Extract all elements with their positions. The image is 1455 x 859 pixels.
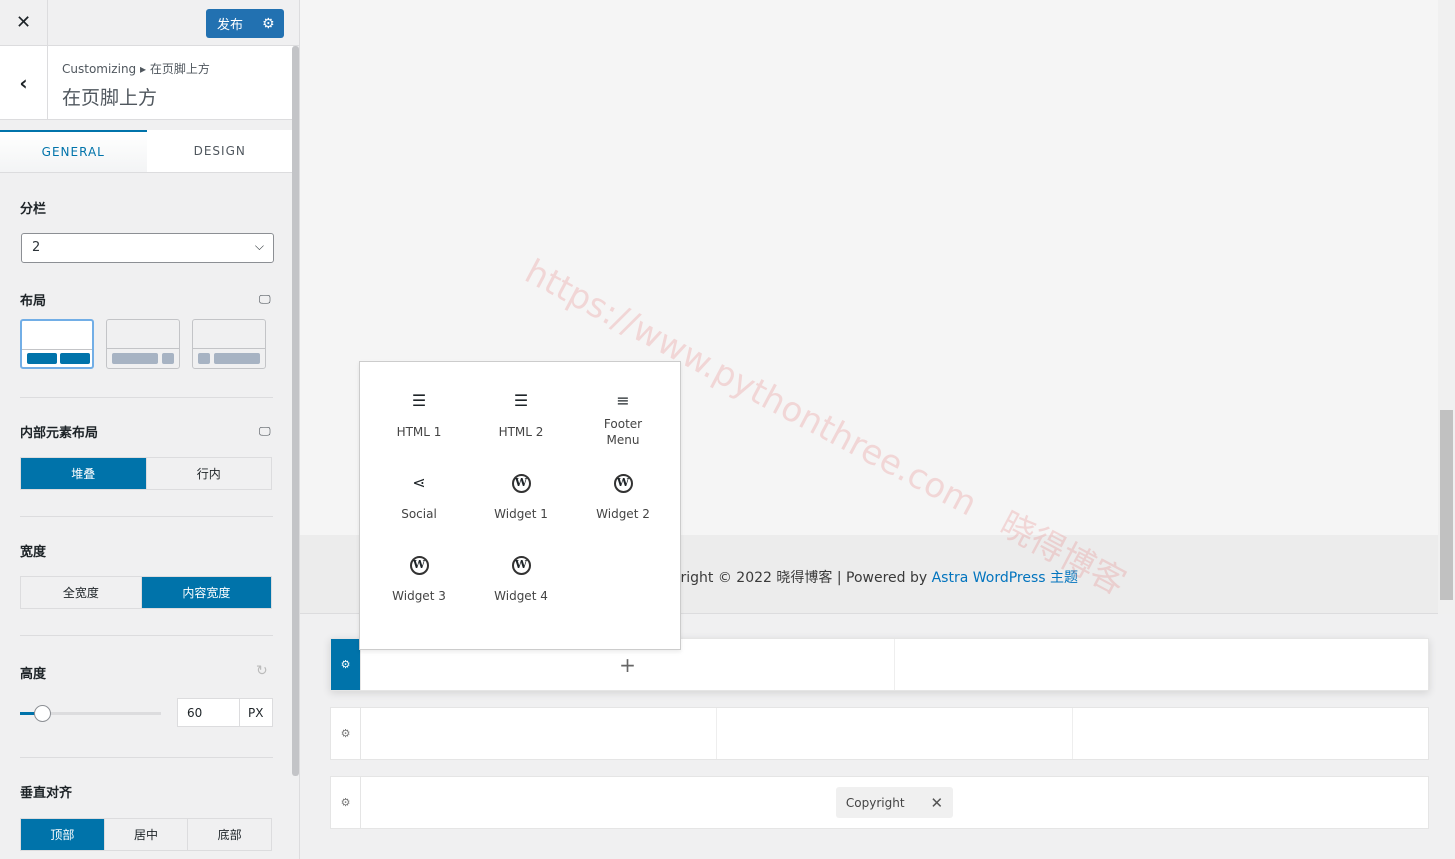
- builder-column[interactable]: [1073, 708, 1428, 759]
- item-label: HTML 1: [396, 425, 442, 439]
- chevron-down-icon: ⌵: [254, 239, 264, 253]
- item-social[interactable]: ⋖ Social: [368, 468, 470, 550]
- text-align-icon: ☰: [513, 391, 529, 410]
- layout-option-equal[interactable]: [20, 319, 94, 369]
- gear-icon[interactable]: ⚙: [331, 708, 361, 759]
- chip-label: Copyright: [845, 795, 905, 810]
- menu-icon: ≡: [616, 391, 630, 410]
- wordpress-icon: W: [613, 468, 633, 498]
- item-widget-1[interactable]: W Widget 1: [470, 468, 572, 550]
- section-header: ‹ Customizing ▸ 在页脚上方 在页脚上方: [0, 46, 293, 120]
- copyright-text: Copyright © 2022 晓得博客 | Powered by: [645, 570, 932, 586]
- publish-button[interactable]: 发布 ⚙: [206, 9, 284, 38]
- vertical-align-label: 垂直对齐: [20, 786, 73, 801]
- theme-link[interactable]: Astra WordPress 主题: [932, 570, 1078, 586]
- reset-icon[interactable]: ↻: [256, 663, 268, 679]
- layout-option-right-wide[interactable]: [192, 319, 266, 369]
- item-label: Widget 1: [494, 507, 548, 521]
- builder-column[interactable]: [717, 708, 1073, 759]
- plus-icon[interactable]: +: [619, 653, 636, 677]
- item-label: Widget 4: [494, 589, 548, 603]
- gear-icon[interactable]: ⚙: [331, 777, 361, 828]
- layout-label: 布局: [20, 294, 47, 309]
- layout-option-left-wide[interactable]: [106, 319, 180, 369]
- footer-copyright: Copyright © 2022 晓得博客 | Powered by Astra…: [645, 567, 1078, 587]
- inner-layout-label: 内部元素布局: [20, 426, 99, 441]
- builder-column[interactable]: Copyright ✕: [361, 777, 1428, 828]
- back-chevron-icon[interactable]: ‹: [0, 46, 48, 119]
- sidebar-scrollbar[interactable]: [292, 46, 299, 776]
- close-icon[interactable]: ✕: [931, 794, 944, 812]
- slider-handle[interactable]: [34, 705, 51, 722]
- height-value[interactable]: 60: [178, 699, 240, 726]
- option-content-width[interactable]: 内容宽度: [141, 577, 271, 608]
- item-label: Widget 3: [392, 589, 446, 603]
- columns-label: 分栏: [20, 202, 47, 217]
- item-label: Social: [401, 507, 437, 521]
- publish-label[interactable]: 发布: [206, 14, 256, 33]
- option-middle[interactable]: 居中: [105, 819, 189, 850]
- customizer-sidebar: ✕ 发布 ⚙ ‹ Customizing ▸ 在页脚上方 在页脚上方 GENERA…: [0, 0, 300, 859]
- inner-layout-toggle: 堆叠 行内: [20, 457, 272, 490]
- breadcrumb: Customizing ▸ 在页脚上方: [62, 62, 210, 76]
- item-widget-4[interactable]: W Widget 4: [470, 550, 572, 632]
- columns-value: 2: [32, 240, 41, 255]
- tab-design[interactable]: DESIGN: [147, 130, 294, 172]
- vertical-align-toggle: 顶部 居中 底部: [20, 818, 272, 851]
- item-widget-2[interactable]: W Widget 2: [572, 468, 674, 550]
- item-label: Widget 2: [596, 507, 650, 521]
- close-icon[interactable]: ✕: [0, 0, 48, 45]
- width-label: 宽度: [20, 545, 47, 560]
- item-widget-3[interactable]: W Widget 3: [368, 550, 470, 632]
- wordpress-icon: W: [511, 468, 531, 498]
- option-top[interactable]: 顶部: [21, 819, 105, 850]
- builder-row-below-footer: ⚙ Copyright ✕: [330, 776, 1429, 829]
- add-element-popup: ☰ HTML 1 ☰ HTML 2 ≡ Footer Menu ⋖ Social W Wi…: [359, 361, 681, 650]
- builder-row-primary-footer: ⚙: [330, 707, 1429, 760]
- share-icon: ⋖: [412, 473, 426, 492]
- scrollbar-thumb[interactable]: [1440, 410, 1453, 600]
- top-bar: ✕ 发布 ⚙: [0, 0, 300, 46]
- divider: [20, 757, 273, 758]
- item-label: HTML 2: [498, 425, 544, 439]
- wordpress-icon: W: [511, 550, 531, 580]
- option-stack[interactable]: 堆叠: [21, 458, 147, 489]
- columns-select[interactable]: 2 ⌵: [21, 233, 274, 263]
- desktop-icon[interactable]: 🖵: [259, 424, 271, 439]
- height-label: 高度: [20, 667, 47, 682]
- page-title: 在页脚上方: [62, 87, 158, 109]
- divider: [20, 516, 273, 517]
- divider: [20, 635, 273, 636]
- wordpress-icon: W: [409, 550, 429, 580]
- text-align-icon: ☰: [411, 391, 427, 410]
- tabs: GENERAL DESIGN: [0, 130, 293, 173]
- width-toggle: 全宽度 内容宽度: [20, 576, 272, 609]
- copyright-chip[interactable]: Copyright ✕: [835, 787, 954, 818]
- option-bottom[interactable]: 底部: [188, 819, 271, 850]
- item-html-1[interactable]: ☰ HTML 1: [368, 386, 470, 468]
- item-html-2[interactable]: ☰ HTML 2: [470, 386, 572, 468]
- divider: [20, 397, 273, 398]
- height-input[interactable]: 60 PX: [177, 698, 273, 727]
- option-inline[interactable]: 行内: [147, 458, 272, 489]
- item-footer-menu[interactable]: ≡ Footer Menu: [572, 386, 674, 468]
- gear-icon[interactable]: ⚙: [256, 16, 275, 32]
- gear-icon[interactable]: ⚙: [331, 639, 361, 690]
- builder-column[interactable]: [361, 708, 717, 759]
- unit-label[interactable]: PX: [240, 699, 272, 726]
- item-label: Footer Menu: [603, 417, 643, 447]
- tab-general[interactable]: GENERAL: [0, 130, 147, 172]
- builder-column[interactable]: [895, 639, 1428, 690]
- desktop-icon[interactable]: 🖵: [259, 292, 271, 307]
- option-full-width[interactable]: 全宽度: [21, 577, 142, 608]
